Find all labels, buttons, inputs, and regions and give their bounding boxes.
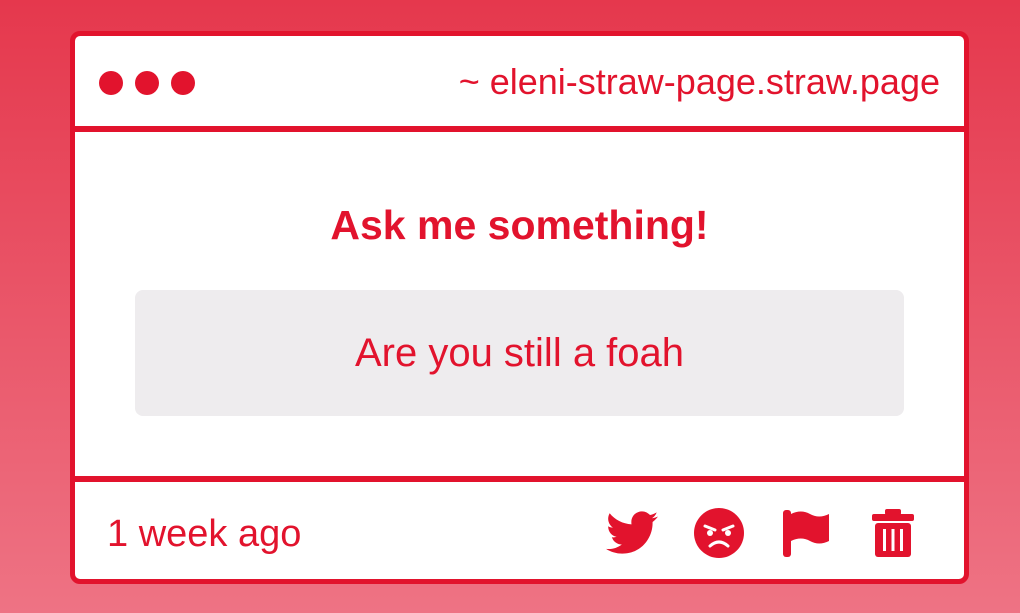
- twitter-icon: [606, 511, 658, 554]
- react-button[interactable]: [692, 506, 746, 560]
- delete-button[interactable]: [866, 506, 920, 560]
- window-dot-2[interactable]: [135, 71, 159, 95]
- question-text: Are you still a foah: [354, 330, 685, 375]
- page-title: Ask me something!: [330, 202, 709, 248]
- share-twitter-button[interactable]: [605, 506, 659, 560]
- question-card: ~ eleni-straw-page.straw.page Ask me som…: [70, 31, 969, 584]
- card-footer: 1 week ago: [75, 476, 964, 579]
- question-box: Are you still a foah: [135, 290, 904, 416]
- timestamp: 1 week ago: [107, 513, 302, 555]
- window-titlebar: ~ eleni-straw-page.straw.page: [75, 36, 964, 132]
- report-button[interactable]: [779, 506, 833, 560]
- page-url: ~ eleni-straw-page.straw.page: [458, 61, 940, 102]
- window-dot-1[interactable]: [99, 71, 123, 95]
- flag-icon: [783, 510, 829, 557]
- action-bar: [572, 506, 920, 560]
- window-controls: [99, 71, 207, 95]
- trash-icon: [872, 509, 914, 557]
- card-body: Ask me something! Are you still a foah: [75, 132, 964, 478]
- window-dot-3[interactable]: [171, 71, 195, 95]
- angry-face-icon: [694, 508, 744, 558]
